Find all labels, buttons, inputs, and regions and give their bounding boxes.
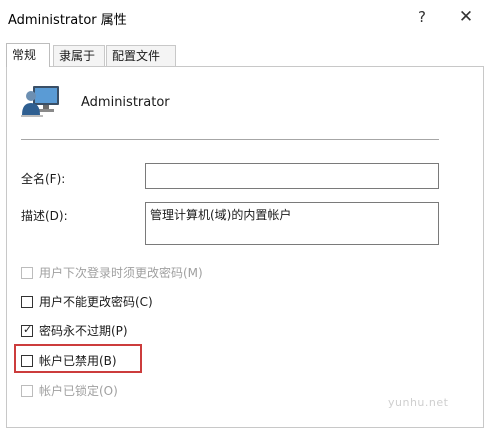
- checkbox[interactable]: [21, 267, 33, 279]
- check-mark-icon: ✓: [23, 323, 33, 336]
- computer-user-icon: [21, 86, 59, 117]
- tab-general[interactable]: 常规: [6, 43, 50, 67]
- checkbox[interactable]: [21, 296, 33, 308]
- general-panel: Administrator 全名(F): 描述(D): 管理计算机(域)的内置帐…: [6, 66, 484, 428]
- window-title: Administrator 属性: [8, 13, 127, 28]
- close-button[interactable]: ✕: [449, 4, 483, 30]
- description-input[interactable]: 管理计算机(域)的内置帐户: [145, 202, 439, 245]
- description-label: 描述(D):: [21, 209, 68, 223]
- fullname-label: 全名(F):: [21, 172, 66, 186]
- checkbox-checked[interactable]: ✓: [21, 323, 33, 337]
- help-button[interactable]: ?: [405, 4, 439, 30]
- checkbox[interactable]: [21, 385, 33, 397]
- tab-profile[interactable]: 配置文件: [106, 45, 176, 66]
- watermark: yunhu.net: [388, 396, 449, 409]
- fullname-input[interactable]: [145, 163, 439, 189]
- title-bar: Administrator 属性 ? ✕: [0, 0, 484, 36]
- checkbox-label: 密码永不过期(P): [39, 324, 128, 338]
- separator: [21, 139, 439, 140]
- tab-member-of[interactable]: 隶属于: [53, 45, 105, 66]
- checkbox-label: 帐户已锁定(O): [39, 384, 118, 398]
- checkbox-label: 用户下次登录时须更改密码(M): [39, 266, 203, 280]
- highlight-box: [14, 344, 142, 373]
- user-name: Administrator: [81, 95, 170, 110]
- checkbox-label: 用户不能更改密码(C): [39, 295, 153, 309]
